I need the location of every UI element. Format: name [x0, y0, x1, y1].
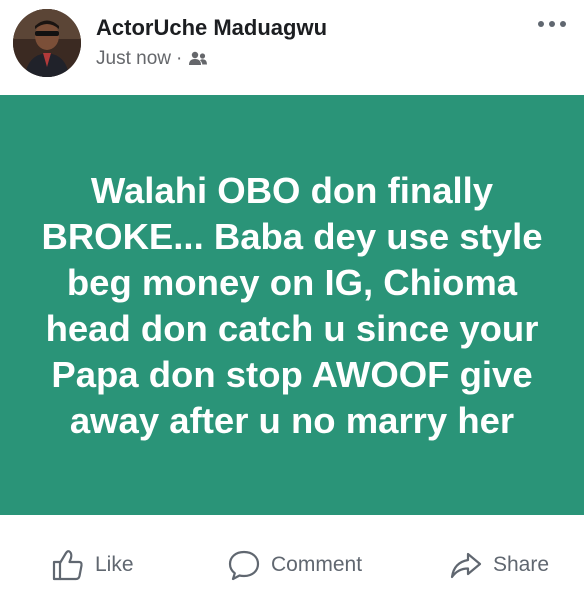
share-label: Share	[493, 553, 550, 576]
friends-icon[interactable]	[187, 50, 209, 68]
avatar[interactable]	[13, 9, 81, 77]
comment-icon	[228, 550, 260, 581]
like-label: Like	[95, 553, 134, 576]
meta-separator: ·	[175, 48, 183, 69]
post-text: Walahi OBO don finally BROKE... Baba dey…	[41, 170, 543, 441]
post-header: ActorUche Maduagwu Just now ·	[0, 0, 584, 95]
thumbs-up-icon	[52, 550, 83, 581]
more-options-icon[interactable]	[532, 14, 572, 34]
post-time[interactable]: Just now	[96, 48, 171, 70]
author-name[interactable]: ActorUche Maduagwu	[96, 15, 327, 41]
avatar-photo	[13, 9, 81, 77]
share-button[interactable]: Share	[449, 547, 549, 583]
post-body: Walahi OBO don finally BROKE... Baba dey…	[0, 95, 584, 515]
post-meta: Just now ·	[96, 48, 209, 70]
facebook-post: ActorUche Maduagwu Just now · Walahi OBO…	[0, 0, 584, 595]
like-button[interactable]: Like	[51, 547, 134, 583]
comment-button[interactable]: Comment	[227, 547, 362, 583]
share-icon	[450, 552, 482, 579]
comment-label: Comment	[271, 553, 363, 576]
action-bar: Like Comment Share	[0, 535, 584, 595]
